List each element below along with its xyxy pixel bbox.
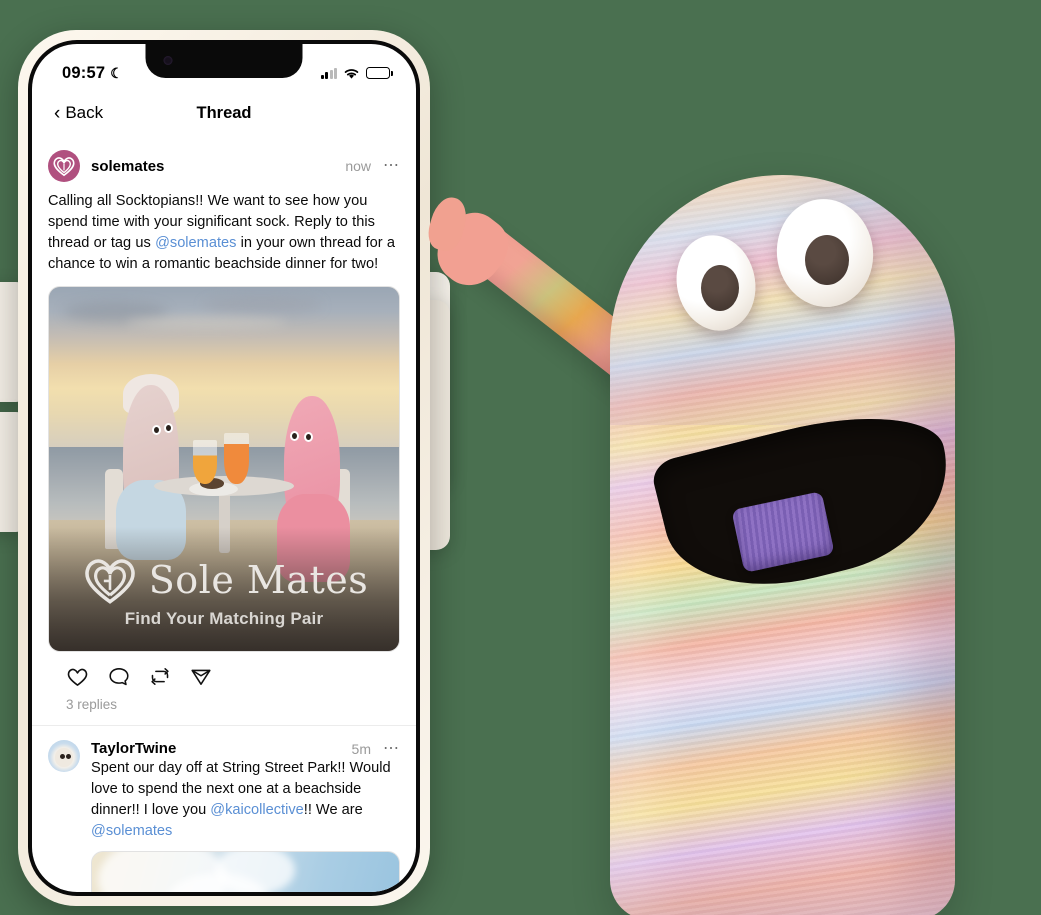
cellular-signal-icon <box>320 67 337 79</box>
status-bar: 09:57 ☾ <box>32 44 416 90</box>
mention-solemates[interactable]: @solemates <box>155 235 236 251</box>
root-post: solemates now ⋯ Calling all Socktopians!… <box>32 136 416 725</box>
solemates-heart-logo-icon <box>53 157 75 177</box>
reply-author-name[interactable]: TaylorTwine <box>91 740 176 757</box>
reply-item: TaylorTwine 5m ⋯ Spent our day off at St… <box>32 726 416 892</box>
drink-glass-left <box>192 439 217 484</box>
phone-mockup: 09:57 ☾ ‹ Back Thread solemates now ⋯ Ca… <box>18 30 430 906</box>
reply-media-image[interactable] <box>91 851 400 892</box>
media-watermark: Sole Mates Find Your Matching Pair <box>49 554 399 629</box>
post-media-image[interactable]: Sole Mates Find Your Matching Pair <box>48 286 400 652</box>
share-button[interactable] <box>190 666 212 687</box>
interlocking-hearts-logo-icon <box>84 559 135 604</box>
mascot-pupil-left <box>701 265 739 311</box>
mascot-pupil-right <box>805 235 849 285</box>
more-options-icon[interactable]: ⋯ <box>383 158 400 173</box>
post-text: Calling all Socktopians!! We want to see… <box>48 191 400 275</box>
clouds-layer <box>49 287 399 433</box>
back-button[interactable]: ‹ Back <box>54 103 103 123</box>
reply-button[interactable] <box>108 666 130 687</box>
post-header: solemates now ⋯ <box>48 150 400 182</box>
chevron-left-icon: ‹ <box>54 102 61 124</box>
post-author-handle[interactable]: solemates <box>91 158 164 175</box>
reply-text-segment-2: !! We are <box>303 802 363 818</box>
post-meta: now ⋯ <box>345 158 400 174</box>
crescent-moon-icon: ☾ <box>110 65 123 81</box>
back-button-label: Back <box>65 103 104 122</box>
rainbow-sock-puppet-mascot <box>385 175 1041 915</box>
mascot-hand <box>424 201 520 298</box>
thread-feed[interactable]: solemates now ⋯ Calling all Socktopians!… <box>32 136 416 892</box>
reply-header: TaylorTwine 5m ⋯ <box>91 740 400 757</box>
status-indicators <box>320 67 393 80</box>
watermark-title-row: Sole Mates <box>80 554 368 606</box>
avatar-solemates[interactable] <box>48 150 80 182</box>
repost-button[interactable] <box>149 666 171 687</box>
drink-glass-right <box>224 432 249 484</box>
post-actions <box>48 652 400 687</box>
mention-kaicollective[interactable]: @kaicollective <box>210 802 304 818</box>
reply-timestamp: 5m <box>351 740 371 757</box>
reply-body: TaylorTwine 5m ⋯ Spent our day off at St… <box>91 740 400 892</box>
reply-text: Spent our day off at String Street Park!… <box>91 758 400 842</box>
avatar-taylortwine[interactable] <box>48 740 80 772</box>
avatar-eye-left <box>59 754 65 760</box>
navigation-bar: ‹ Back Thread <box>32 90 416 136</box>
battery-icon <box>366 67 393 79</box>
like-button[interactable] <box>66 666 89 687</box>
phone-bezel: 09:57 ☾ ‹ Back Thread solemates now ⋯ Ca… <box>28 40 420 896</box>
mention-solemates-reply[interactable]: @solemates <box>91 823 172 839</box>
wifi-icon <box>344 68 359 79</box>
replies-count[interactable]: 3 replies <box>48 687 400 725</box>
phone-screen: 09:57 ☾ ‹ Back Thread solemates now ⋯ Ca… <box>32 44 416 892</box>
watermark-title: Sole Mates <box>148 558 369 602</box>
watermark-subtitle: Find Your Matching Pair <box>124 609 324 628</box>
status-time-text: 09:57 <box>62 63 106 82</box>
status-time: 09:57 ☾ <box>62 64 123 83</box>
avatar-eye-right <box>65 754 71 760</box>
post-timestamp: now <box>345 158 371 174</box>
